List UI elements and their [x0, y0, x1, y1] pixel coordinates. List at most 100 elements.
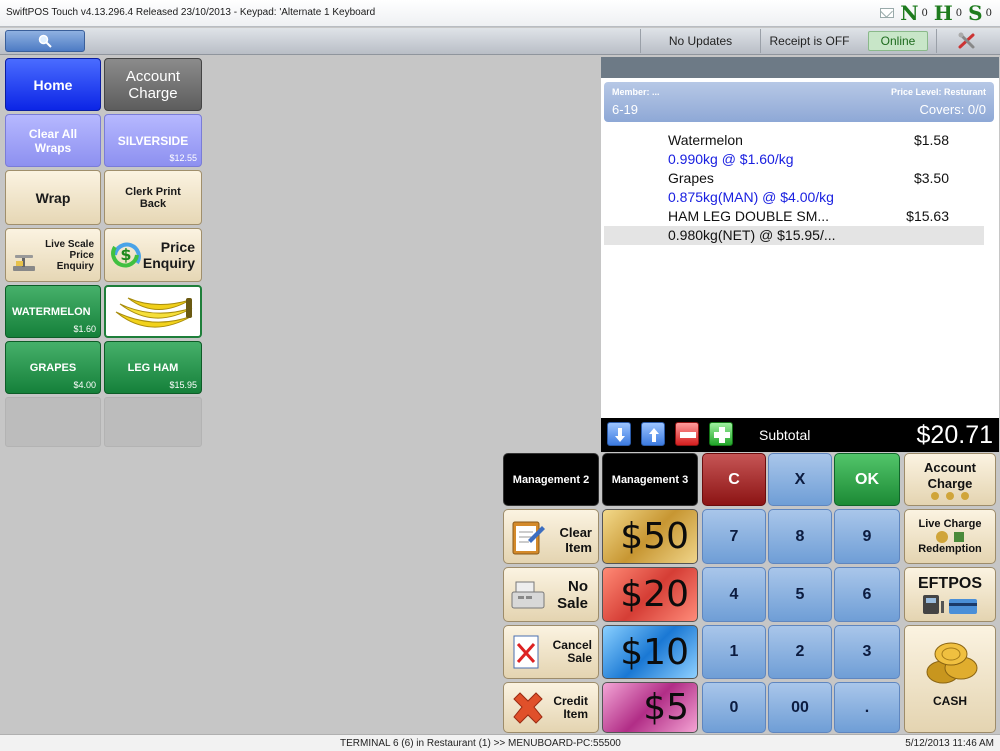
key-0[interactable]: 0 [702, 682, 766, 733]
coins-icon [931, 491, 969, 500]
s-count: 0 [985, 7, 992, 19]
member-number: 6-19 [612, 102, 639, 117]
coins-icon [936, 530, 964, 543]
clear-wraps-label-1: Clear All [28, 126, 78, 141]
account-charge-key[interactable]: Account Charge [904, 453, 996, 506]
cash-register-icon [511, 581, 545, 609]
cancel-sale-button[interactable]: Cancel Sale [503, 625, 599, 679]
clear-item-button[interactable]: Clear Item [503, 509, 599, 564]
search-button[interactable] [5, 30, 85, 52]
multiply-button[interactable]: X [768, 453, 832, 506]
key-2[interactable]: 2 [768, 625, 832, 679]
order-item-detail: 0.875kg(MAN) @ $4.00/kg [668, 189, 834, 205]
key-5[interactable]: 5 [768, 567, 832, 622]
silverside-price: $12.55 [169, 153, 197, 163]
status-bar: TERMINAL 6 (6) in Restaurant (1) >> MENU… [0, 734, 1000, 751]
title-bar: SwiftPOS Touch v4.13.296.4 Released 23/1… [0, 0, 1000, 27]
order-item-price: $3.50 [913, 170, 949, 186]
eftpos-button[interactable]: EFTPOS [904, 567, 996, 622]
credit-item-button[interactable]: Credit Item [503, 682, 599, 733]
order-item-price: $1.58 [913, 132, 949, 148]
live-charge-label-2: Redemption [918, 542, 982, 555]
key-6[interactable]: 6 [834, 567, 900, 622]
key-3[interactable]: 3 [834, 625, 900, 679]
account-charge-label-1: Account [125, 67, 181, 85]
ok-button[interactable]: OK [834, 453, 900, 506]
wrap-button[interactable]: Wrap [5, 170, 101, 225]
n-indicator: N [900, 1, 919, 25]
live-charge-redemption-button[interactable]: Live Charge Redemption [904, 509, 996, 564]
key-4[interactable]: 4 [702, 567, 766, 622]
toolbar: No Updates Receipt is OFF Online [0, 28, 1000, 55]
clerk-print-label-2: Back [139, 197, 167, 210]
h-indicator: H [933, 1, 953, 25]
cash-50-button[interactable]: $50 [602, 509, 698, 564]
order-item-detail: 0.980kg(NET) @ $15.95/... [668, 227, 836, 243]
updates-status[interactable]: No Updates [640, 29, 760, 53]
member-bar[interactable]: Member: ... 6-19 Price Level: Resturant … [604, 82, 994, 122]
live-scale-label-1: Live Scale [45, 238, 94, 250]
subtotal-bar: Subtotal $20.71 [601, 418, 999, 452]
scroll-down-button[interactable] [607, 422, 631, 446]
gold-coins-icon [926, 642, 978, 684]
scroll-up-button[interactable] [641, 422, 665, 446]
account-charge-button[interactable]: Account Charge [104, 58, 202, 111]
order-item-price: $15.63 [906, 208, 949, 224]
no-sale-label-1: No [568, 577, 588, 595]
clear-item-label-1: Clear [559, 525, 592, 540]
cash-10-button[interactable]: $10 [602, 625, 698, 679]
watermelon-price: $1.60 [73, 324, 96, 334]
cancel-sale-label-2: Sale [567, 651, 592, 665]
cash-5-button[interactable]: $5 [602, 682, 698, 733]
price-enquiry-label-1: Price [160, 239, 195, 255]
price-enquiry-label-2: Enquiry [142, 255, 195, 271]
watermelon-button[interactable]: WATERMELON $1.60 [5, 285, 101, 338]
key-9[interactable]: 9 [834, 509, 900, 564]
leg-ham-label: LEG HAM [127, 361, 179, 374]
price-enquiry-button[interactable]: $ Price Enquiry [104, 228, 202, 282]
cash-button[interactable]: CASH [904, 625, 996, 733]
live-scale-label-2: Price [69, 249, 94, 261]
tools-button[interactable] [936, 29, 996, 53]
account-charge-key-label-2: Charge [927, 475, 973, 491]
cash-20-button[interactable]: $20 [602, 567, 698, 622]
member-label: Member: ... [612, 87, 660, 97]
banana-button[interactable] [104, 285, 202, 338]
key-decimal[interactable]: . [834, 682, 900, 733]
no-sale-button[interactable]: No Sale [503, 567, 599, 622]
live-scale-price-enquiry-button[interactable]: Live Scale Price Enquiry [5, 228, 101, 282]
account-charge-label-2: Charge [128, 84, 178, 102]
clear-button[interactable]: C [702, 453, 766, 506]
clipboard-icon [512, 521, 545, 555]
management-2-button[interactable]: Management 2 [503, 453, 599, 506]
management-3-button[interactable]: Management 3 [602, 453, 698, 506]
envelope-icon[interactable] [880, 8, 895, 18]
order-item-name[interactable]: Watermelon [668, 132, 743, 148]
home-button[interactable]: Home [5, 58, 101, 111]
grapes-button[interactable]: GRAPES $4.00 [5, 341, 101, 394]
cancel-document-icon [513, 635, 539, 669]
leg-ham-price: $15.95 [169, 380, 197, 390]
leg-ham-button[interactable]: LEG HAM $15.95 [104, 341, 202, 394]
receipt-status[interactable]: Receipt is OFF [760, 29, 858, 53]
cash-label: CASH [932, 694, 967, 708]
key-1[interactable]: 1 [702, 625, 766, 679]
key-8[interactable]: 8 [768, 509, 832, 564]
increase-qty-button[interactable] [709, 422, 733, 446]
credit-item-label-2: Item [563, 706, 588, 721]
terminal-info: TERMINAL 6 (6) in Restaurant (1) >> MENU… [340, 738, 621, 749]
key-7[interactable]: 7 [702, 509, 766, 564]
clerk-print-label-1: Clerk Print [125, 185, 181, 198]
order-item-detail: 0.990kg @ $1.60/kg [668, 151, 794, 167]
status-indicators: N 0 H 0 S 0 [880, 1, 994, 25]
order-item-name[interactable]: Grapes [668, 170, 714, 186]
h-count: 0 [955, 7, 963, 19]
order-item-name[interactable]: HAM LEG DOUBLE SM... [668, 208, 829, 224]
arrow-up-icon [649, 428, 659, 442]
clear-all-wraps-button[interactable]: Clear All Wraps [5, 114, 101, 167]
decrease-qty-button[interactable] [675, 422, 699, 446]
key-00[interactable]: 00 [768, 682, 832, 733]
silverside-button[interactable]: SILVERSIDE $12.55 [104, 114, 202, 167]
online-status[interactable]: Online [868, 31, 928, 51]
clerk-print-back-button[interactable]: Clerk Print Back [104, 170, 202, 225]
